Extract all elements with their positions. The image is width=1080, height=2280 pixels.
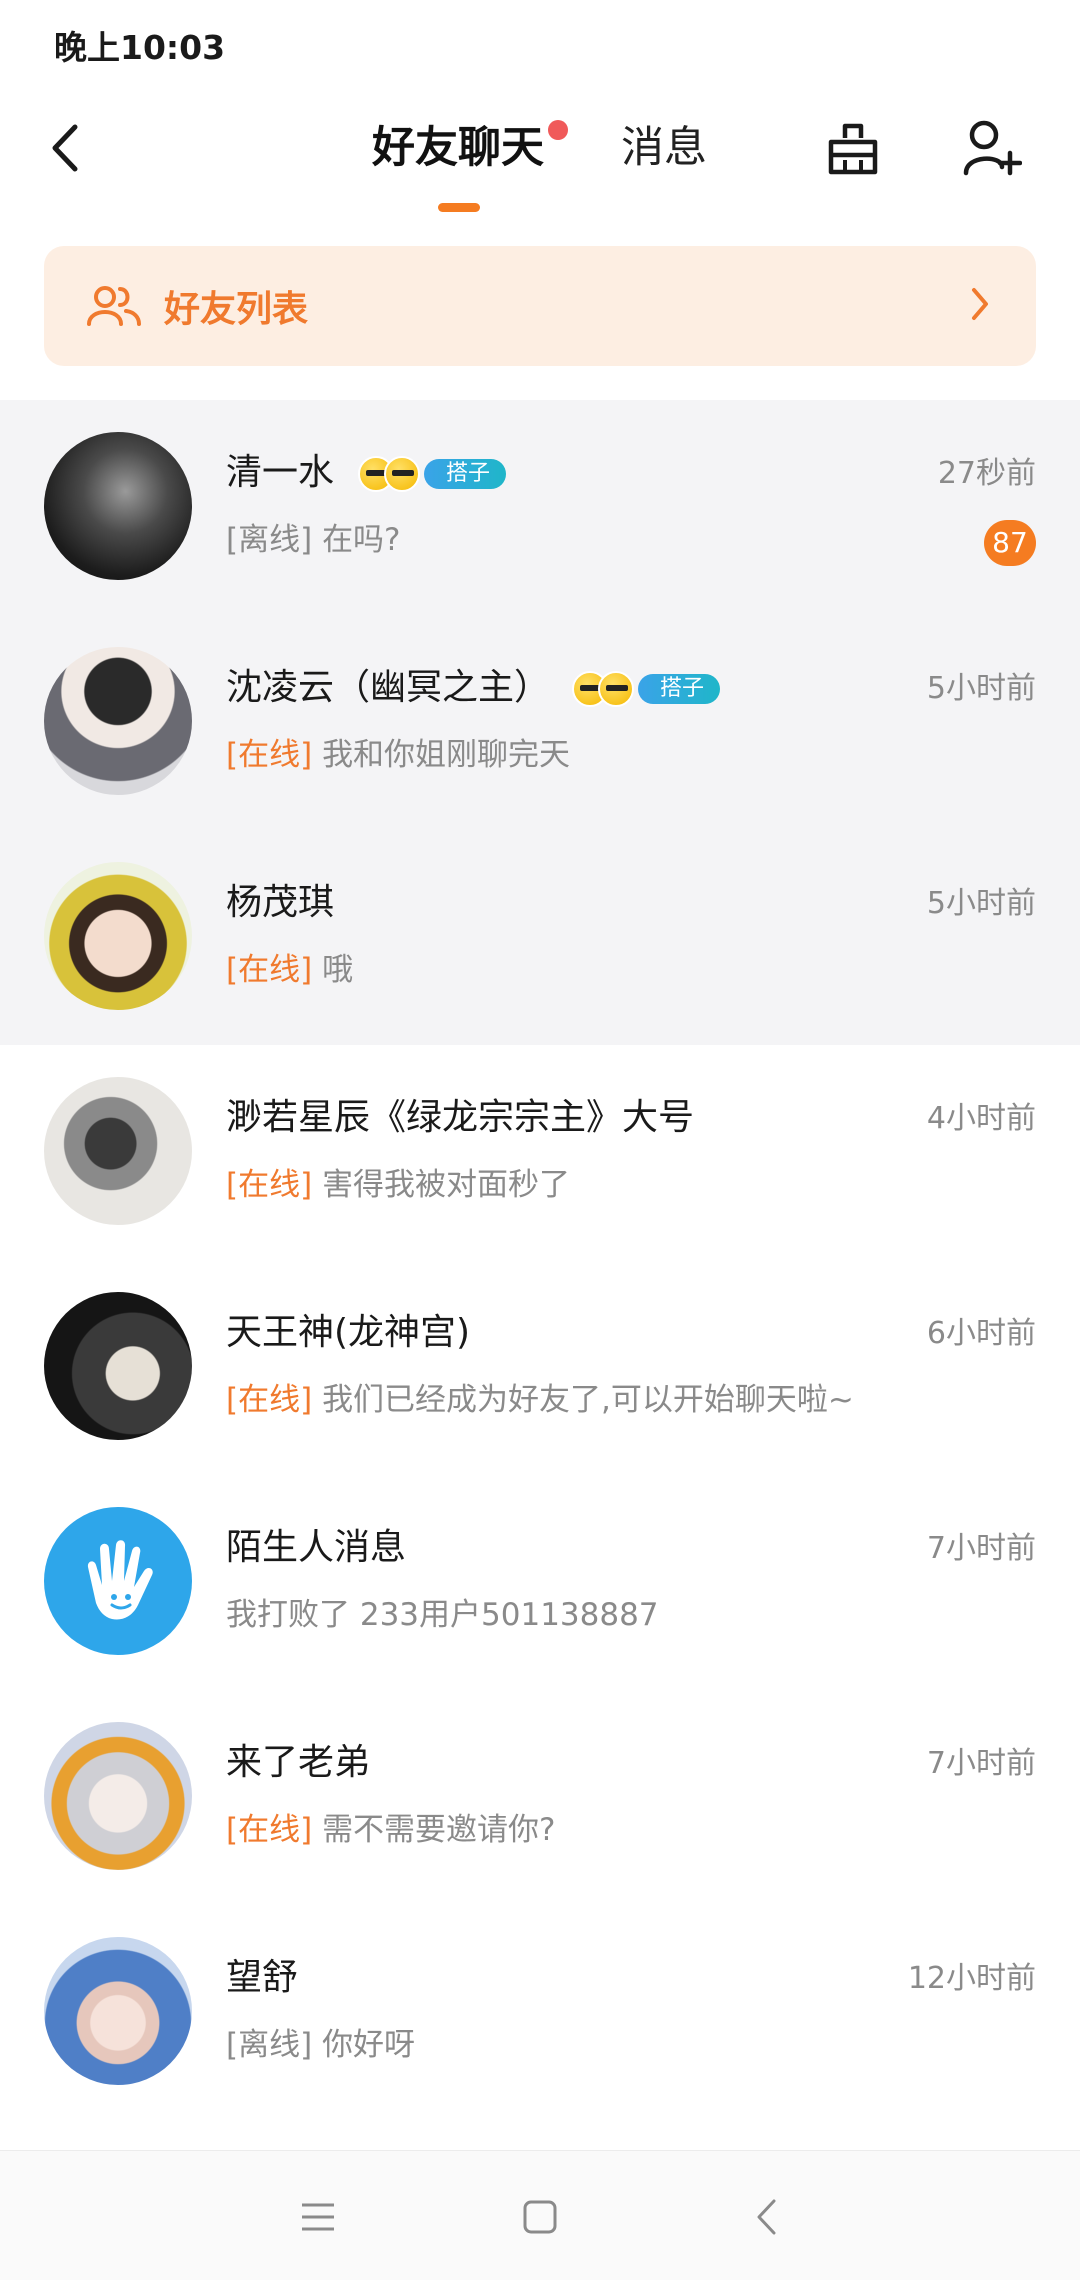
status-online: [在线] <box>226 1382 313 1418</box>
status-offline: [离线] <box>226 522 313 558</box>
chat-preview: [离线] 在吗? <box>226 518 401 562</box>
chat-preview: [在线] 哦 <box>226 948 353 992</box>
partner-tag: 搭子 <box>424 459 507 489</box>
chat-time: 12小时前 <box>907 1961 1036 1996</box>
friend-list-label: 好友列表 <box>164 289 309 330</box>
partner-tag: 搭子 <box>638 674 721 704</box>
chat-preview: [在线] 害得我被对面秒了 <box>226 1163 570 1207</box>
message-text: 在吗? <box>322 522 401 558</box>
recent-apps-button[interactable] <box>290 2189 346 2245</box>
chat-time: 27秒前 <box>937 456 1036 491</box>
clean-button[interactable] <box>817 112 889 184</box>
tab-messages[interactable]: 消息 <box>621 118 707 178</box>
back-chevron-icon <box>757 2199 776 2235</box>
chat-preview: [离线] 你好呀 <box>226 2023 415 2067</box>
home-square-icon <box>523 2200 557 2234</box>
message-text: 需不需要邀请你? <box>322 1812 556 1848</box>
message-text: 你好呀 <box>322 2027 416 2063</box>
unread-badge: 87 <box>984 520 1036 566</box>
avatar <box>44 1507 192 1655</box>
friend-list-banner[interactable]: 好友列表 <box>44 246 1036 366</box>
contact-name: 渺若星辰《绿龙宗宗主》大号 <box>226 1097 695 1138</box>
hand-wave-icon <box>87 1540 153 1620</box>
message-text: 哦 <box>322 952 354 988</box>
add-friend-icon <box>963 120 1022 176</box>
status-online: [在线] <box>226 952 313 988</box>
chevron-right-icon <box>970 286 990 326</box>
tab-friend-chat[interactable]: 好友聊天 <box>372 118 544 178</box>
add-friend-button[interactable] <box>955 112 1027 184</box>
chat-row-qingyishui[interactable]: 清一水 搭子 27秒前 [离线] 在吗? 87 <box>0 400 1080 615</box>
sunglasses-emoji-icon <box>598 671 634 707</box>
status-bar: 晚上10:03 <box>0 0 1080 90</box>
active-tab-indicator <box>438 203 480 212</box>
contact-name: 杨茂琪 <box>226 882 335 923</box>
home-button[interactable] <box>512 2189 568 2245</box>
chat-row-stranger-messages[interactable]: 陌生人消息 7小时前 我打败了 233用户501138887 <box>0 1475 1080 1690</box>
avatar <box>44 862 192 1010</box>
avatar <box>44 1722 192 1870</box>
back-button[interactable] <box>40 118 90 178</box>
chat-time: 7小时前 <box>926 1531 1036 1566</box>
header: 好友聊天 消息 <box>0 90 1080 230</box>
message-text: 我和你姐刚聊完天 <box>322 737 571 773</box>
system-navigation-bar <box>0 2150 1080 2280</box>
partner-badges: 搭子 <box>358 456 507 492</box>
status-online: [在线] <box>226 737 313 773</box>
chat-row-miaoruoxingchen[interactable]: 渺若星辰《绿龙宗宗主》大号 4小时前 [在线] 害得我被对面秒了 <box>0 1045 1080 1260</box>
friends-icon <box>86 278 142 334</box>
avatar <box>44 1077 192 1225</box>
menu-icon <box>302 2203 334 2231</box>
partner-badges: 搭子 <box>572 671 721 707</box>
chat-list: 清一水 搭子 27秒前 [离线] 在吗? 87 沈凌云（幽冥之主） 搭子 5小时… <box>0 400 1080 2120</box>
chat-preview: [在线] 需不需要邀请你? <box>226 1808 556 1852</box>
status-time: 晚上10:03 <box>54 28 226 67</box>
status-online: [在线] <box>226 1167 313 1203</box>
avatar <box>44 647 192 795</box>
chat-row-tianwangshen[interactable]: 天王神(龙神宫) 6小时前 [在线] 我们已经成为好友了,可以开始聊天啦~ <box>0 1260 1080 1475</box>
chat-time: 6小时前 <box>926 1316 1036 1351</box>
back-arrow-icon <box>52 124 78 172</box>
chat-preview: [在线] 我和你姐刚聊完天 <box>226 733 570 777</box>
status-offline: [离线] <box>226 2027 313 2063</box>
avatar <box>44 432 192 580</box>
contact-name: 天王神(龙神宫) <box>226 1312 471 1353</box>
chat-time: 5小时前 <box>926 886 1036 921</box>
message-text: 害得我被对面秒了 <box>322 1167 571 1203</box>
chat-time: 7小时前 <box>926 1746 1036 1781</box>
system-back-button[interactable] <box>738 2189 794 2245</box>
chat-row-shenlingyun[interactable]: 沈凌云（幽冥之主） 搭子 5小时前 [在线] 我和你姐刚聊完天 <box>0 615 1080 830</box>
contact-name: 望舒 <box>226 1957 299 1998</box>
contact-name: 清一水 <box>226 452 335 493</box>
tab-notification-dot <box>548 120 568 140</box>
avatar <box>44 1937 192 2085</box>
status-online: [在线] <box>226 1812 313 1848</box>
chat-row-yangmaoqi[interactable]: 杨茂琪 5小时前 [在线] 哦 <box>0 830 1080 1045</box>
chat-time: 4小时前 <box>926 1101 1036 1136</box>
chat-row-wangshu[interactable]: 望舒 12小时前 [离线] 你好呀 <box>0 1905 1080 2120</box>
sunglasses-emoji-icon <box>384 456 420 492</box>
message-text: 我们已经成为好友了,可以开始聊天啦~ <box>322 1382 854 1418</box>
contact-name: 陌生人消息 <box>226 1527 407 1568</box>
chat-preview: 我打败了 233用户501138887 <box>226 1597 659 1633</box>
clean-basket-icon <box>828 123 878 175</box>
chat-time: 5小时前 <box>926 671 1036 706</box>
avatar <box>44 1292 192 1440</box>
contact-name: 沈凌云（幽冥之主） <box>226 667 551 708</box>
chat-row-laileraodi[interactable]: 来了老弟 7小时前 [在线] 需不需要邀请你? <box>0 1690 1080 1905</box>
contact-name: 来了老弟 <box>226 1742 371 1783</box>
chat-preview: [在线] 我们已经成为好友了,可以开始聊天啦~ <box>226 1378 854 1422</box>
